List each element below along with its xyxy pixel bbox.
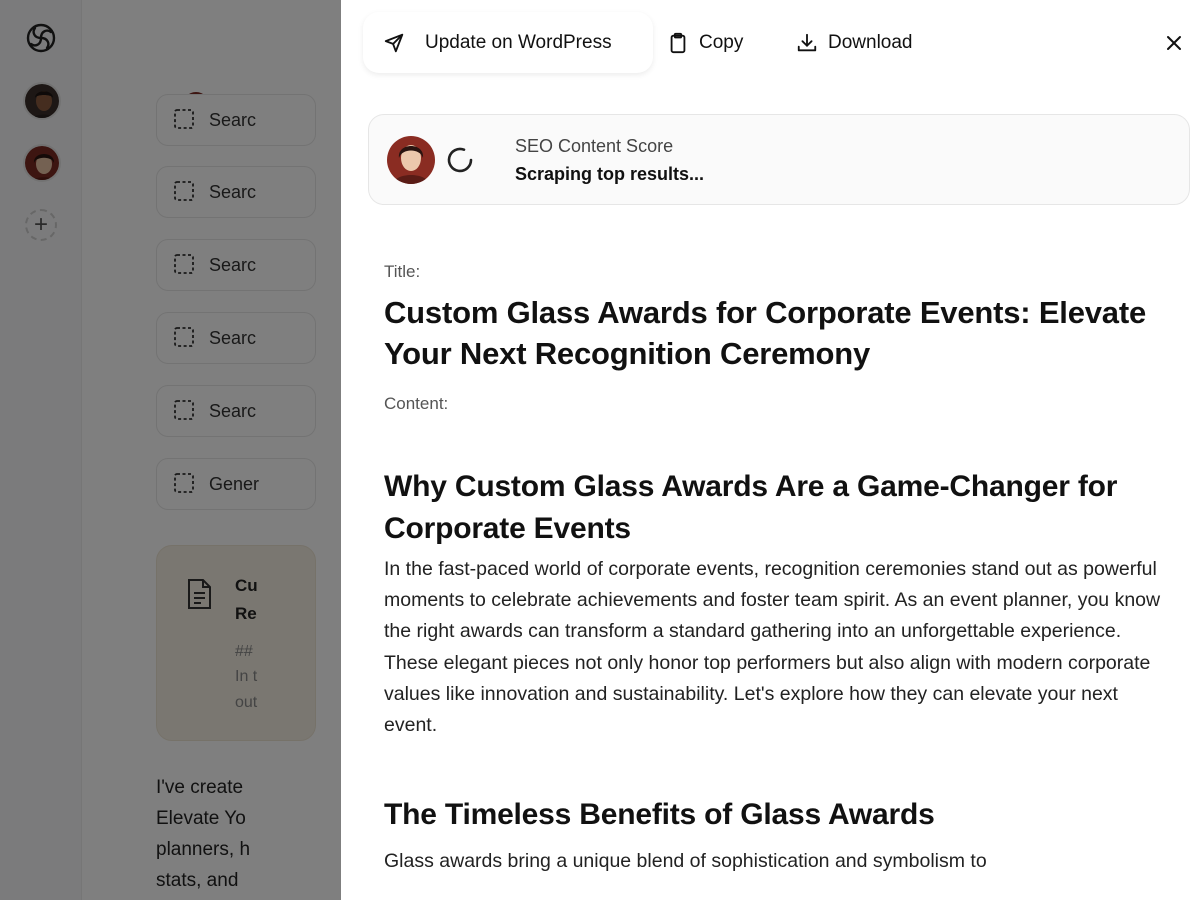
document-title: Re <box>235 604 257 623</box>
download-icon <box>797 33 817 52</box>
message-line: planners, h <box>156 839 251 860</box>
message-line: Elevate Yo <box>156 808 246 829</box>
cursor-select-icon <box>174 109 194 129</box>
step-label: Searc <box>209 109 257 130</box>
avatar[interactable] <box>23 144 61 182</box>
cursor-select-icon <box>174 254 194 274</box>
article: Title: Custom Glass Awards for Corporate… <box>384 262 1174 877</box>
document-card[interactable]: Cu Re ## In t out <box>156 545 316 741</box>
download-button[interactable]: Download <box>796 26 913 60</box>
step-label: Searc <box>209 254 257 275</box>
step-label: Searc <box>209 327 257 348</box>
copy-button[interactable]: Copy <box>667 26 743 60</box>
step-item[interactable]: Searc <box>156 166 316 218</box>
message-line: stats, and <box>156 870 239 891</box>
step-item[interactable]: Searc <box>156 312 316 364</box>
avatar[interactable] <box>23 82 61 120</box>
cursor-select-icon <box>174 181 194 201</box>
assistant-message: I've create Elevate Yo planners, h stats… <box>156 772 356 896</box>
document-preview: out <box>235 694 258 711</box>
send-icon <box>384 33 404 52</box>
document-preview: In t <box>235 668 258 685</box>
close-icon[interactable] <box>1163 32 1185 54</box>
content-label: Content: <box>384 394 449 413</box>
section-heading: The Timeless Benefits of Glass Awards <box>384 798 935 832</box>
copy-label: Copy <box>699 32 744 53</box>
content-panel: Update on WordPress Copy Download SEO Co… <box>341 0 1200 900</box>
section-body: Glass awards bring a unique blend of sop… <box>384 850 987 873</box>
step-item[interactable]: Searc <box>156 94 316 146</box>
spinner-icon <box>447 147 473 173</box>
section-heading: Why Custom Glass Awards Are a Game-Chang… <box>384 470 1118 545</box>
article-title: Custom Glass Awards for Corporate Events… <box>384 295 1146 371</box>
seo-status: Scraping top results... <box>515 164 705 184</box>
step-item[interactable]: Searc <box>156 385 316 437</box>
step-label: Searc <box>209 181 257 202</box>
step-item[interactable]: Gener <box>156 458 316 510</box>
document-preview: ## <box>235 643 253 660</box>
swirl-logo-icon[interactable] <box>25 22 57 54</box>
download-label: Download <box>828 32 913 53</box>
step-item[interactable]: Searc <box>156 239 316 291</box>
left-rail: + <box>0 0 82 900</box>
seo-score-card: SEO Content Score Scraping top results..… <box>368 114 1190 205</box>
title-label: Title: <box>384 262 421 281</box>
step-label: Searc <box>209 400 257 421</box>
step-label: Gener <box>209 473 260 494</box>
seo-score-label: SEO Content Score <box>515 136 674 156</box>
cursor-select-icon <box>174 400 194 420</box>
document-title: Cu <box>235 576 258 595</box>
panel-toolbar: Update on WordPress Copy Download <box>341 0 1200 88</box>
clipboard-icon <box>670 32 686 54</box>
message-line: I've create <box>156 777 244 798</box>
plus-icon[interactable]: + <box>25 209 57 241</box>
cursor-select-icon <box>174 473 194 493</box>
update-label: Update on WordPress <box>425 31 612 53</box>
cursor-select-icon <box>174 327 194 347</box>
update-on-wordpress-button[interactable]: Update on WordPress <box>363 12 653 73</box>
document-icon <box>188 579 211 609</box>
avatar <box>387 136 435 184</box>
section-body: In the fast-paced world of corporate eve… <box>384 558 1161 737</box>
